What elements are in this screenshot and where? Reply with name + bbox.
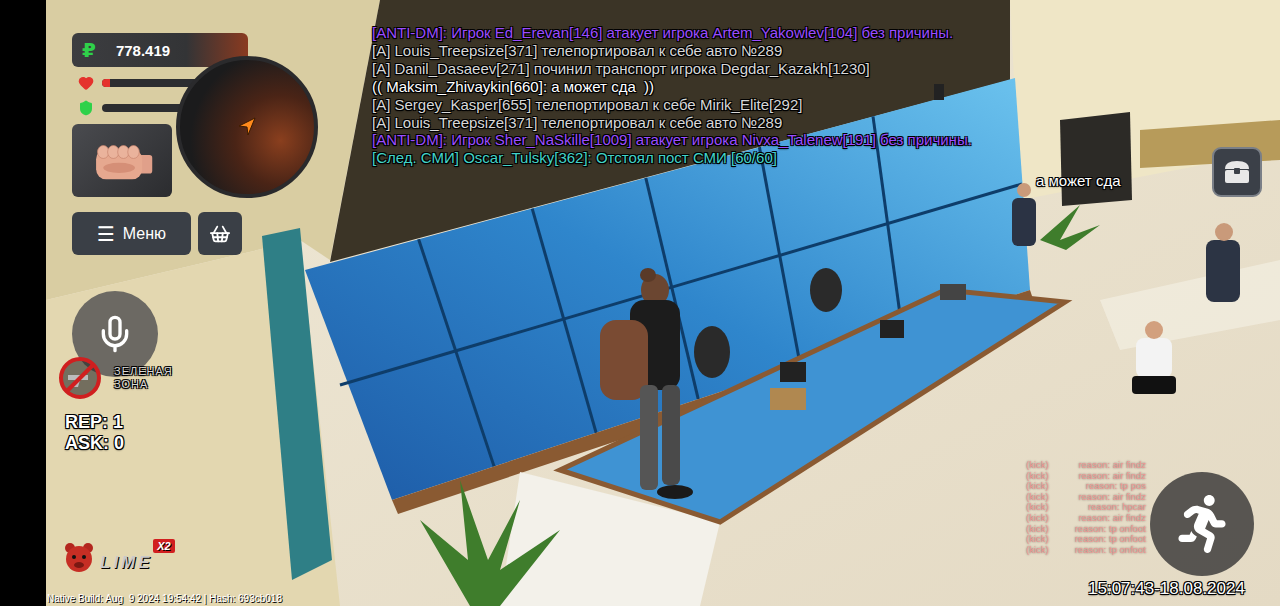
chat-line: (( Maksim_Zhivaykin[660]: а может сда )) — [372, 78, 972, 96]
kick-entry: (kick)reason: tp onfoot — [1026, 545, 1146, 556]
chat-line: [След. СМИ] Oscar_Tulsky[362]: Отстоял п… — [372, 149, 972, 167]
server-logo: LIMEX2 — [62, 540, 153, 574]
fist-icon — [86, 133, 158, 189]
news-desk — [560, 290, 1065, 522]
kick-entry: (kick)reason: hpcar — [1026, 502, 1146, 513]
build-info: Native Build: Aug 9 2024 19:54:42 | Hash… — [47, 593, 282, 605]
inventory-button[interactable] — [1212, 147, 1262, 197]
menu-row: ☰Меню — [72, 212, 242, 255]
kick-entry: (kick)reason: air findz — [1026, 471, 1146, 482]
microphone-icon — [95, 314, 135, 354]
chat-line: [A] Louis_Treepsize[371] телепортировал … — [372, 42, 972, 60]
player-stats: REP: 1ASK: 0 — [65, 412, 124, 454]
chest-icon — [1222, 158, 1252, 186]
heart-icon — [78, 75, 94, 91]
chat-line: [A] Danil_Dasaeev[271] починил транспорт… — [372, 60, 972, 78]
kick-entry: (kick)reason: tp pos — [1026, 481, 1146, 492]
kick-entry: (kick)reason: air findz — [1026, 492, 1146, 503]
shop-button[interactable] — [198, 212, 242, 255]
kick-entry: (kick)reason: tp onfoot — [1026, 524, 1146, 535]
plant — [420, 205, 1100, 606]
money-amount: 778.419 — [116, 42, 170, 59]
sprint-button[interactable] — [1150, 472, 1254, 576]
clock: 15:07:43-18.08.2024 — [1088, 579, 1245, 599]
minimap[interactable] — [176, 56, 318, 198]
no-weapon-icon — [58, 356, 102, 400]
chat-line: [ANTI-DM]: Игрок Sher_NaSkille[1009] ата… — [372, 131, 972, 149]
kick-entry: (kick)reason: air findz — [1026, 513, 1146, 524]
player-arrow-icon — [235, 115, 259, 139]
menu-button[interactable]: ☰Меню — [72, 212, 191, 255]
speech-bubble: а может сда — [1036, 172, 1121, 190]
running-icon — [1173, 495, 1231, 553]
stat-text: REP: 1 — [65, 412, 124, 433]
hamburger-icon: ☰ — [97, 224, 115, 244]
video-wall — [305, 78, 1030, 500]
kick-entry: (kick)reason: air findz — [1026, 460, 1146, 471]
logo-badge: X2 — [153, 539, 174, 553]
chat-line: [A] Sergey_Kasper[655] телепортировал к … — [372, 96, 972, 114]
chat-line: [ANTI-DM]: Игрок Ed_Erevan[146] атакует … — [372, 24, 972, 42]
chat-line: [A] Louis_Treepsize[371] телепортировал … — [372, 114, 972, 132]
game-screen: [ANTI-DM]: Игрок Ed_Erevan[146] атакует … — [0, 0, 1280, 606]
stat-text: ASK: 0 — [65, 433, 124, 454]
chat-log: [ANTI-DM]: Игрок Ed_Erevan[146] атакует … — [372, 24, 972, 167]
weapon-slot[interactable] — [72, 124, 172, 197]
basket-icon — [209, 223, 231, 245]
currency-icon: ₽ — [82, 38, 96, 62]
kick-entry: (kick)reason: tp onfoot — [1026, 534, 1146, 545]
zone-indicator: ЗЕЛЕНАЯ ЗОНА — [58, 356, 188, 400]
shield-icon — [78, 100, 94, 116]
letterbox — [0, 0, 46, 606]
kick-log: (kick)reason: air findz(kick)reason: air… — [1026, 460, 1146, 555]
player-character — [600, 268, 693, 499]
bear-logo-icon — [62, 540, 96, 574]
npc-character — [934, 84, 1240, 394]
